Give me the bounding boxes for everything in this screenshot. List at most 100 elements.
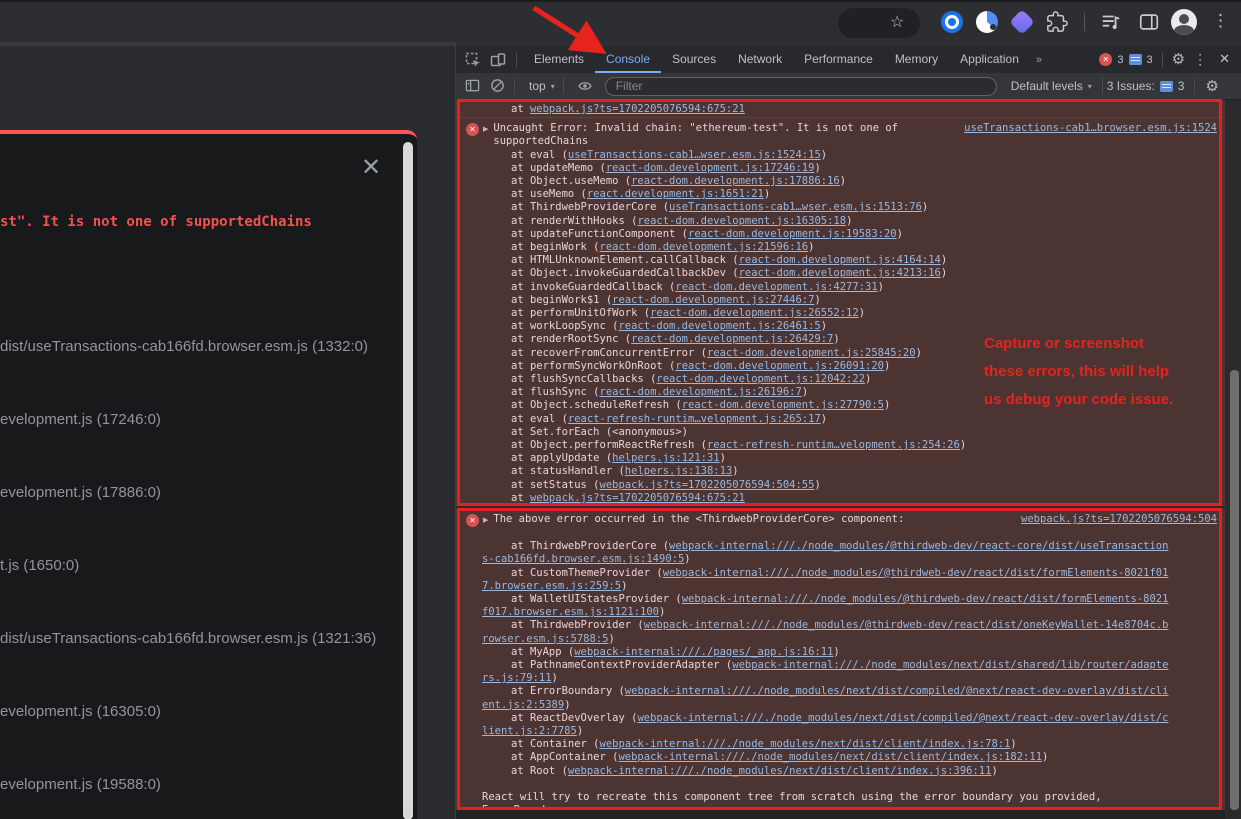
tab-console[interactable]: Console [595,46,661,73]
source-link[interactable]: helpers.js:121:31 [612,452,719,464]
tabbar-right-divider [1162,52,1163,68]
source-link[interactable]: lient.js:2:7785 [482,725,577,737]
side-panel-icon[interactable] [1138,11,1160,33]
tab-sources[interactable]: Sources [661,46,727,73]
source-link[interactable]: react-dom.development.js:26461:5 [618,320,820,332]
source-link[interactable]: react-dom.development.js:26552:12 [650,307,859,319]
address-bar[interactable]: ☆ [838,8,920,38]
overlay-stack-frames: dist/useTransactions-cab166fd.browser.es… [0,310,400,819]
source-link[interactable]: react-dom.development.js:26196:7 [600,386,802,398]
source-link[interactable]: react-dom.development.js:17246:19 [606,162,815,174]
console-line: at MyApp (webpack-internal:///./pages/_a… [456,646,1225,659]
devtools-settings-gear-icon[interactable]: ⚙ [1172,52,1185,67]
issues-label: 3 Issues: [1107,79,1155,93]
expand-triangle-icon[interactable]: ▶ [483,125,488,133]
extension-diamond-icon[interactable] [1009,9,1034,34]
console-line: at CustomThemeProvider (webpack-internal… [456,567,1225,580]
source-link[interactable]: webpack-internal:///./node_modules/@thir… [663,567,1169,579]
source-link[interactable]: helpers.js:138:13 [625,465,732,477]
source-link[interactable]: rowser.esm.js:5788:5 [482,633,608,645]
console-line: at Root (webpack-internal:///./node_modu… [456,765,1225,778]
source-link[interactable]: s-cab166fd.browser.esm.js:1490:5 [482,553,684,565]
source-link[interactable]: react-dom.development.js:16305:18 [637,215,846,227]
clear-console-icon[interactable] [490,78,506,94]
error-count[interactable]: 3 [1117,54,1123,66]
stack-text: ) [684,553,690,565]
source-link[interactable]: react-dom.development.js:4277:31 [675,281,877,293]
stack-text: ) [814,294,820,306]
browser-menu-kebab-icon[interactable]: ⋮ [1212,11,1229,31]
source-link[interactable]: webpack-internal:///./node_modules/@thir… [669,540,1168,552]
tab-memory[interactable]: Memory [884,46,949,73]
media-list-icon[interactable] [1100,11,1122,33]
source-link[interactable]: react-dom.development.js:27790:5 [682,399,884,411]
context-selector[interactable]: top ▾ [529,79,555,93]
source-link[interactable]: f017.browser.esm.js:1121:100 [482,606,659,618]
source-link[interactable]: webpack-internal:///./node_modules/next/… [618,751,1042,763]
source-link[interactable]: webpack-internal:///./node_modules/next/… [625,685,1169,697]
filter-input[interactable] [605,77,997,96]
source-link[interactable]: react-dom.development.js:4213:16 [739,267,941,279]
error-source-link[interactable]: useTransactions-cab1…browser.esm.js:1524 [964,122,1217,135]
source-link[interactable]: webpack.js?ts=1702205076594:504:55 [600,479,815,491]
source-link[interactable]: webpack-internal:///./node_modules/next/… [637,712,1168,724]
source-link[interactable]: react-dom.development.js:27446:7 [612,294,814,306]
source-link[interactable]: react-dom.development.js:26429:7 [631,333,833,345]
source-link[interactable]: webpack-internal:///./pages/_app.js:16:1… [574,646,833,658]
console-sidebar-icon[interactable] [465,78,481,94]
tab-application[interactable]: Application [949,46,1030,73]
source-link[interactable]: react-refresh-runtim…velopment.js:254:26 [707,439,960,451]
overlay-scrollbar[interactable] [403,142,413,819]
more-tabs-chevron-icon[interactable]: » [1030,54,1048,66]
source-link[interactable]: webpack-internal:///./node_modules/next/… [732,659,1168,671]
tab-network[interactable]: Network [727,46,793,73]
source-link[interactable]: 7.browser.esm.js:259:5 [482,580,621,592]
source-link[interactable]: react-dom.development.js:12042:22 [656,373,865,385]
console-error-entry: ✕ ▶ The above error occurred in the <Thi… [456,509,1225,817]
console-settings-gear-icon[interactable]: ⚙ [1205,79,1218,94]
stack-text: at Root ( [511,765,568,777]
source-link[interactable]: webpack.js?ts=1702205076594:675:21 [530,103,745,115]
source-link[interactable]: react-refresh-runtim…velopment.js:265:17 [568,413,821,425]
tab-performance[interactable]: Performance [793,46,884,73]
tab-elements[interactable]: Elements [523,46,595,73]
devtools-menu-kebab-icon[interactable]: ⋮ [1190,51,1210,68]
device-toolbar-icon[interactable] [490,52,506,68]
source-link[interactable]: react-dom.development.js:17886:16 [631,175,840,187]
source-link[interactable]: webpack-internal:///./node_modules/@thir… [682,593,1169,605]
extension-clock-icon[interactable] [976,11,998,33]
stack-text: ) [659,606,665,618]
log-levels-selector[interactable]: Default levels ▾ [1011,79,1092,93]
stack-text: at MyApp ( [511,646,574,658]
source-link[interactable]: react-dom.development.js:25845:20 [707,347,916,359]
source-link[interactable]: rs.js:79:11 [482,672,552,684]
extensions-puzzle-icon[interactable] [1046,11,1068,33]
source-link[interactable]: react-dom.development.js:26091:20 [675,360,884,372]
expand-triangle-icon[interactable]: ▶ [483,516,488,524]
live-expression-eye-icon[interactable] [577,78,593,94]
source-link[interactable]: useTransactions-cab1…wser.esm.js:1513:76 [669,201,922,213]
source-link[interactable]: react-dom.development.js:4164:14 [739,254,941,266]
error-entry-header: ✕ ▶ The above error occurred in the <Thi… [456,513,1225,527]
source-link[interactable]: webpack.js?ts=1702205076594:675:21 [530,492,745,504]
source-link[interactable]: react.development.js:1651:21 [587,188,764,200]
source-link[interactable]: useTransactions-cab1…wser.esm.js:1524:15 [568,149,821,161]
source-link[interactable]: webpack-internal:///./node_modules/next/… [568,765,992,777]
inspect-element-icon[interactable] [465,52,481,68]
overlay-close-icon[interactable]: ✕ [356,152,386,182]
console-line: at webpack.js?ts=1702205076594:675:21 [456,103,1225,116]
source-link[interactable]: react-dom.development.js:21596:16 [600,241,809,253]
issues-counter[interactable]: 3 Issues: 3 [1107,79,1185,93]
profile-avatar[interactable] [1171,9,1197,35]
extension-record-icon[interactable] [941,11,963,33]
source-link[interactable]: webpack-internal:///./node_modules/next/… [600,738,1011,750]
stack-text: ) [764,188,770,200]
message-count[interactable]: 3 [1147,54,1153,66]
source-link[interactable]: webpack-internal:///./node_modules/@thir… [644,619,1169,631]
bookmark-star-icon[interactable]: ☆ [890,12,904,32]
console-scrollbar-thumb[interactable] [1230,370,1239,810]
devtools-close-icon[interactable]: ✕ [1215,52,1234,67]
source-link[interactable]: ent.js:2:5389 [482,699,564,711]
error-source-link[interactable]: webpack.js?ts=1702205076594:504 [1021,513,1217,526]
source-link[interactable]: react-dom.development.js:19583:20 [688,228,897,240]
